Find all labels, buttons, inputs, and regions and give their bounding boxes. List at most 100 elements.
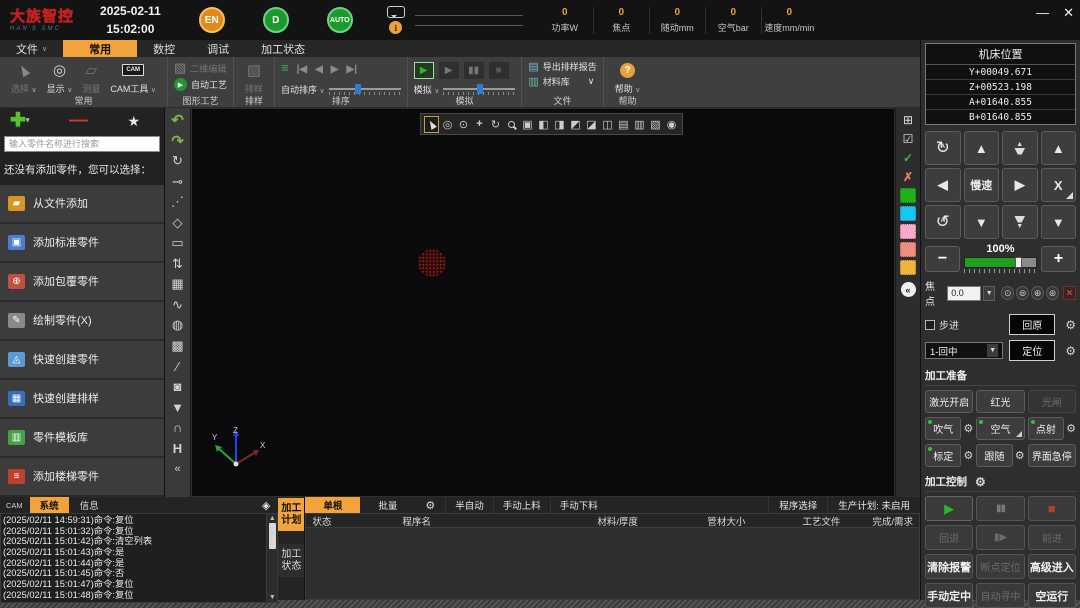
nozzle-up-button[interactable]: ▲ [1002,131,1038,165]
blow-gas-button[interactable]: 吹气 [925,417,961,440]
color-swatch-pink[interactable] [900,224,916,239]
collapse-panel-icon[interactable]: « [901,282,916,297]
locate-settings-icon[interactable]: ⚙ [1065,344,1076,358]
bridge-icon[interactable]: ∩ [165,418,190,439]
start-button[interactable]: ▶ [925,496,973,521]
redo-icon[interactable]: ↷ [165,131,190,152]
col-status[interactable]: 状态 [306,514,396,528]
sim-pause-button[interactable]: ▮▮ [464,62,484,79]
display-tool-button[interactable]: ◎ 显示 ∨ [42,60,78,95]
rotate-view-icon[interactable]: ↻ [488,115,503,133]
view-back-icon[interactable]: ◨ [552,115,567,133]
col-process-file[interactable]: 工艺文件 [796,514,866,528]
color-swatch-orange[interactable] [900,260,916,275]
polyline-icon[interactable]: ⋰ [165,192,190,213]
select-cursor-icon[interactable] [424,116,439,133]
message-icon[interactable] [387,6,405,18]
rotate-a-ccw-button[interactable]: ↺A [925,205,961,239]
flip-vertical-icon[interactable]: ▼ [165,397,190,418]
cam-tools-button[interactable]: CAM CAM工具 ∨ [105,60,161,95]
sort-icon[interactable]: ≡ [281,60,289,75]
tab-system[interactable]: 系统 [30,497,69,513]
tab-info[interactable]: 信息 [70,497,109,513]
export-report-button[interactable]: ▤ 导出排样报告 [528,60,596,73]
tab-semi-auto[interactable]: 半自动 [445,497,493,513]
calibrate-button[interactable]: 标定 [925,444,961,467]
step-forward-icon[interactable]: ▮▶ [976,525,1024,550]
air-button[interactable]: 空气 [976,417,1024,440]
stop-button[interactable]: ■ [1028,496,1076,521]
speed-minus-button[interactable]: − [925,246,960,272]
menu-debug[interactable]: 调试 [191,40,245,57]
slider-handle[interactable] [477,84,483,94]
remove-part-button[interactable]: — [35,110,121,132]
focus-clear-icon[interactable]: × [1063,286,1076,300]
log-scrollbar[interactable]: ▲ ▼ [266,514,277,602]
circle-select-icon[interactable]: ◎ [440,115,455,133]
menu-machining-status[interactable]: 加工状态 [245,40,321,57]
undo-icon[interactable]: ↶ [165,110,190,131]
pan-icon[interactable]: + [472,115,487,133]
color-swatch-green[interactable] [900,188,916,203]
array-icon[interactable]: ▩ [165,336,190,357]
scroll-down-icon[interactable]: ▼ [269,594,276,601]
focus-input[interactable] [947,286,981,301]
menu-nc[interactable]: 数控 [137,40,191,57]
grid-icon[interactable]: ▦ [165,274,190,295]
add-wrap-part-button[interactable]: ⊕ 添加包覆零件 [0,263,164,302]
tab-machining-plan[interactable]: 加工计划 [278,498,304,531]
view-iso-icon[interactable]: ▣ [520,115,535,133]
breakpoint-locate-button[interactable]: 断点定位 [976,554,1024,579]
circle-tool-icon[interactable]: ◍ [165,315,190,336]
home-button[interactable]: 回原 [1009,314,1055,335]
view-front-icon[interactable]: ◧ [536,115,551,133]
step-checkbox[interactable] [925,320,935,330]
sim-play-button[interactable]: ▶ [439,62,459,79]
col-program-name[interactable]: 程序名 [396,514,591,528]
advanced-entry-button[interactable]: 高级进入 [1028,554,1076,579]
minimize-button[interactable]: — [1036,6,1049,19]
auto-process-button[interactable]: ▶ 自动工艺 [174,78,227,91]
rectangle-icon[interactable]: ▭ [165,233,190,254]
language-badge[interactable]: EN [199,7,225,33]
clear-log-icon[interactable]: ◈ [262,497,270,513]
workpiece-dot[interactable] [418,249,446,277]
focus-preset-1-icon[interactable]: ⊙ [1001,286,1014,300]
next-button[interactable]: ▶ [331,64,339,75]
tab-batch[interactable]: 批量 [360,497,415,513]
view-top-icon[interactable]: ◫ [600,115,615,133]
forward-button[interactable]: 前进 [1028,525,1076,550]
menu-common[interactable]: 常用 [63,40,137,57]
prev-button[interactable]: ◀ [315,64,323,75]
nest-button[interactable]: ▨ 排样 [240,60,268,95]
scroll-up-icon[interactable]: ▲ [269,515,276,522]
program-select-button[interactable]: 程序选择 [768,497,827,513]
box-open-icon[interactable]: ▥ [632,115,647,133]
tab-single-tube[interactable]: 单根 [305,497,360,513]
view-cycle-icon[interactable]: ◉ [664,115,679,133]
ui-estop-button[interactable]: 界面急停 [1028,444,1076,467]
h-bridge-icon[interactable]: H [165,438,190,459]
add-part-button[interactable]: ✚▾ [10,112,29,130]
help-button[interactable]: ? 帮助 ∨ [610,60,646,95]
step-back-button[interactable]: 回退 [925,525,973,550]
part-search-input[interactable] [4,136,160,152]
quick-create-part-button[interactable]: ◬ 快速创建零件 [0,341,164,380]
rotate-tool-icon[interactable]: ↻ [165,151,190,172]
x-axis-button[interactable]: X [1041,168,1077,202]
col-tube-size[interactable]: 管材大小 [701,514,796,528]
rotate-a-cw-button[interactable]: ↻A [925,131,961,165]
centering-select[interactable]: 1-回中 ▼ [925,342,1003,359]
edit-2d-button[interactable]: ▧ 二维编辑 [174,60,227,76]
tab-cam[interactable]: CAM [0,497,29,513]
follow-settings-icon[interactable]: ⚙ [1015,449,1025,462]
add-from-file-button[interactable]: ▰ 从文件添加 [0,185,164,224]
circle-square-icon[interactable]: ◙ [165,377,190,398]
point-select-icon[interactable]: ⊙ [456,115,471,133]
quick-create-nest-button[interactable]: ▦ 快速创建排样 [0,380,164,419]
home-settings-icon[interactable]: ⚙ [1065,318,1076,332]
layers-icon[interactable]: ⊞ [903,112,913,128]
pause-button[interactable]: ▮▮ [976,496,1024,521]
spot-settings-icon[interactable]: ⚙ [1066,422,1076,435]
skip-last-button[interactable]: ▶| [347,64,358,75]
